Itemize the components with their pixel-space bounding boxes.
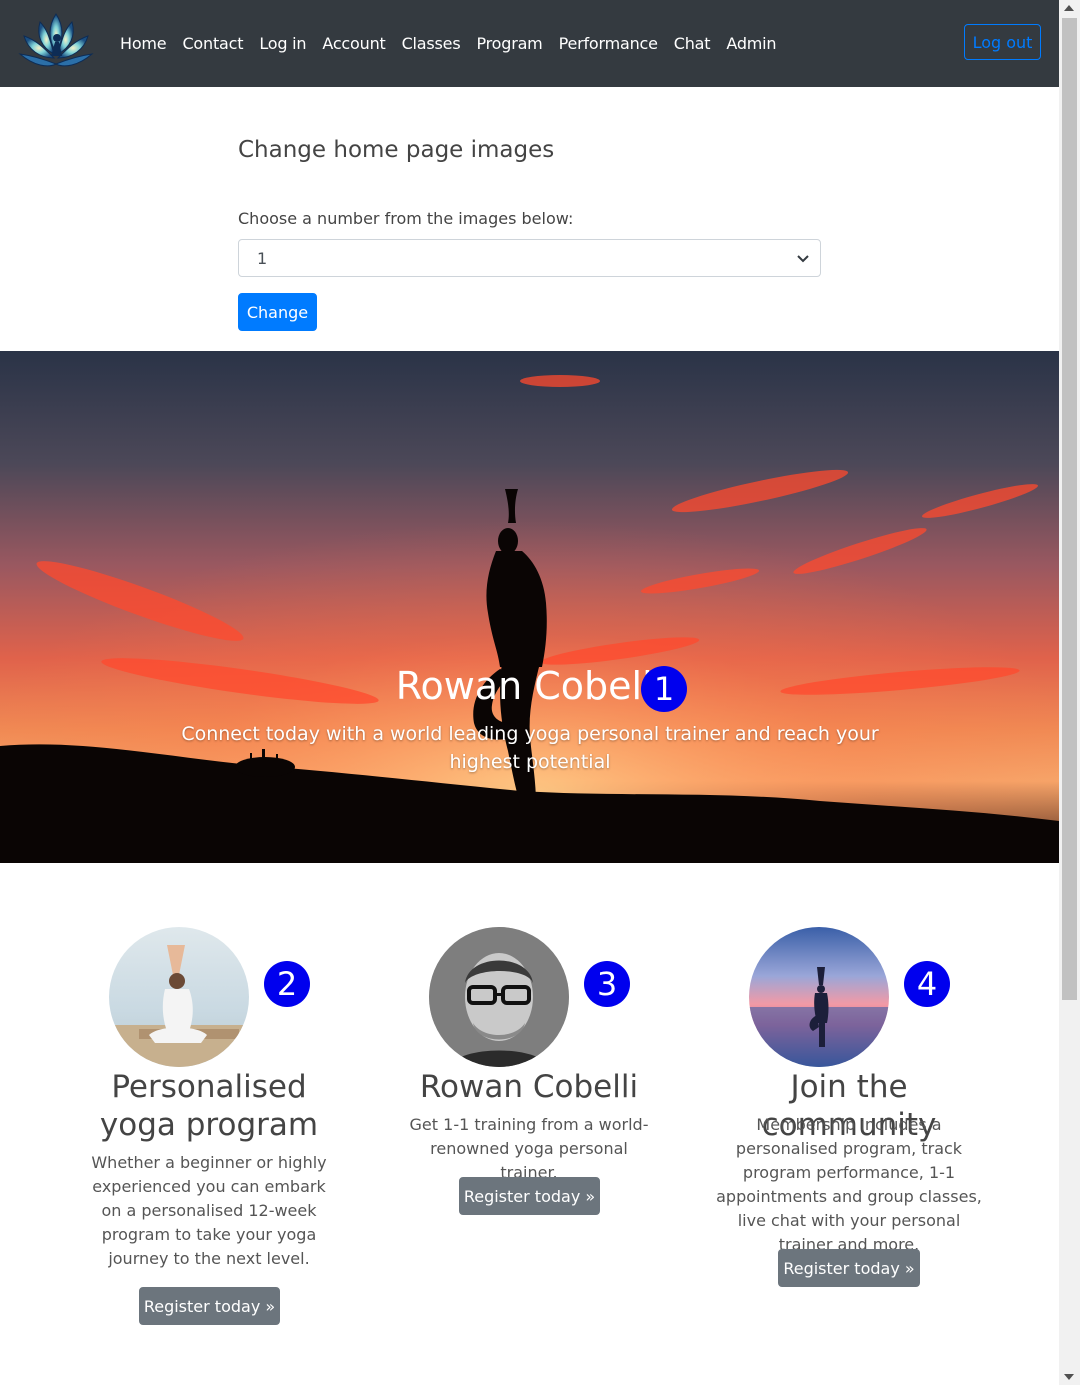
hero-subtitle: Connect today with a world leading yoga …: [181, 723, 879, 773]
nav-login[interactable]: Log in: [259, 34, 306, 53]
register-button-trainer[interactable]: Register today »: [459, 1177, 600, 1215]
select-value: 1: [257, 248, 268, 268]
page-title: Change home page images: [238, 137, 555, 163]
nav-account[interactable]: Account: [322, 34, 385, 53]
nav-home[interactable]: Home: [120, 34, 167, 53]
nav-classes[interactable]: Classes: [402, 34, 461, 53]
register-button-community[interactable]: Register today »: [778, 1249, 920, 1287]
scrollbar-thumb[interactable]: [1062, 18, 1077, 1000]
nav-contact[interactable]: Contact: [182, 34, 243, 53]
feature-text-trainer: Get 1-1 training from a world-renowned y…: [409, 1115, 649, 1182]
feature-heading-trainer: Rowan Cobelli: [419, 1069, 639, 1105]
vertical-scrollbar[interactable]: [1059, 0, 1080, 1385]
scroll-down-arrow-icon[interactable]: [1064, 1374, 1074, 1380]
image-number-badge-3: 3: [584, 961, 630, 1007]
lotus-logo-icon[interactable]: [18, 12, 94, 72]
beach-yoga-image: [749, 927, 889, 1067]
register-button-program[interactable]: Register today »: [139, 1287, 280, 1325]
navbar: Home Contact Log in Account Classes Prog…: [0, 0, 1059, 87]
feature-heading-program: Personalised yoga program: [99, 1069, 319, 1143]
image-number-badge-4: 4: [904, 961, 950, 1007]
feature-text-community: Membership includes a personalised progr…: [716, 1115, 982, 1254]
image-number-select[interactable]: 1: [238, 239, 821, 277]
image-number-badge-1: 1: [641, 666, 687, 712]
hero-banner: Rowan Cobelli Connect today with a world…: [0, 351, 1059, 863]
hero-title: Rowan Cobelli: [395, 664, 664, 708]
chevron-down-icon: [797, 255, 809, 263]
image-number-label: Choose a number from the images below:: [238, 209, 574, 228]
yoga-meditation-image: [109, 927, 249, 1067]
logout-button[interactable]: Log out: [964, 24, 1041, 60]
nav-admin[interactable]: Admin: [726, 34, 776, 53]
change-button[interactable]: Change: [238, 293, 317, 331]
nav-links: Home Contact Log in Account Classes Prog…: [120, 0, 792, 87]
nav-program[interactable]: Program: [476, 34, 542, 53]
feature-text-program: Whether a beginner or highly experienced…: [91, 1153, 327, 1268]
image-number-badge-2: 2: [264, 961, 310, 1007]
nav-chat[interactable]: Chat: [674, 34, 711, 53]
trainer-portrait-image: [429, 927, 569, 1067]
nav-performance[interactable]: Performance: [559, 34, 658, 53]
hero-sunset-image: [0, 351, 1059, 863]
scroll-up-arrow-icon[interactable]: [1064, 5, 1074, 11]
